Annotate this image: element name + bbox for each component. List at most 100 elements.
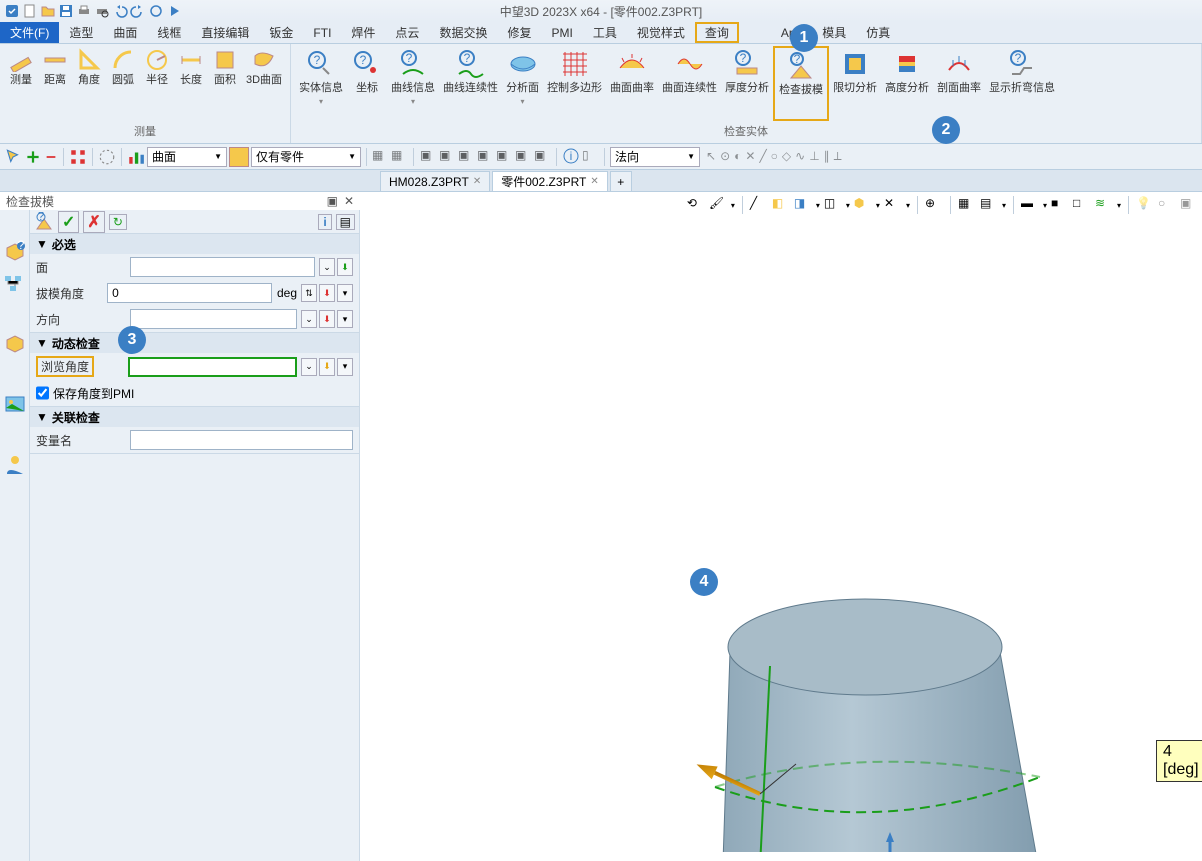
rbtn-height[interactable]: 高度分析 — [881, 46, 933, 121]
angle-input[interactable] — [107, 283, 272, 303]
menu-tools[interactable]: 工具 — [583, 22, 627, 43]
menu-pointcloud[interactable]: 点云 — [385, 22, 429, 43]
tool-icon-j[interactable]: ▯ — [582, 148, 598, 164]
play-icon[interactable] — [166, 3, 182, 19]
snap-icon[interactable]: ⊥ — [809, 149, 819, 164]
menu-query[interactable]: 查询 — [695, 22, 739, 43]
rbtn-measure[interactable]: 测量 — [4, 46, 38, 121]
rbtn-3dsurface[interactable]: 3D曲面 — [242, 46, 286, 121]
strip-box-icon[interactable] — [3, 332, 27, 356]
menu-sheetmetal[interactable]: 钣金 — [259, 22, 303, 43]
print-preview-icon[interactable] — [94, 3, 110, 19]
menu-fti[interactable]: FTI — [303, 22, 341, 43]
save-pmi-checkbox[interactable] — [36, 383, 49, 403]
close-icon[interactable]: ✕ — [590, 176, 598, 187]
menu-shape[interactable]: 造型 — [59, 22, 103, 43]
snap-icon[interactable]: ◇ — [782, 149, 791, 164]
repeat-icon[interactable] — [148, 3, 164, 19]
new-icon[interactable] — [22, 3, 38, 19]
plus-icon[interactable] — [24, 148, 42, 166]
new-tab-button[interactable]: + — [610, 171, 632, 191]
section-header[interactable]: ▼动态检查 — [30, 333, 359, 353]
apply-button[interactable]: ↻ — [109, 214, 127, 230]
ok-button[interactable]: ✓ — [58, 211, 79, 233]
chart-icon[interactable] — [127, 148, 145, 166]
snap-icon[interactable]: ⊙ — [720, 149, 730, 164]
snap-icon[interactable]: ○ — [771, 149, 778, 164]
menu-directedit[interactable]: 直接编辑 — [191, 22, 259, 43]
snap-icon[interactable]: ↖ — [706, 149, 716, 164]
rbtn-seccurv[interactable]: 剖面曲率 — [933, 46, 985, 121]
tool-icon-h[interactable]: ▣ — [515, 148, 531, 164]
snap-icon[interactable]: ∿ — [795, 149, 805, 164]
strip-user-icon[interactable] — [3, 452, 27, 476]
grid-icon[interactable] — [69, 148, 87, 166]
expand-icon[interactable]: ⌄ — [319, 258, 335, 276]
rbtn-curvecont[interactable]: ?曲线连续性 — [439, 46, 502, 121]
rbtn-surfcurv[interactable]: 曲面曲率 — [606, 46, 658, 121]
pick-icon[interactable]: ⬇ — [319, 284, 335, 302]
menu-surface[interactable]: 曲面 — [103, 22, 147, 43]
file-tab[interactable]: HM028.Z3PRT✕ — [380, 171, 490, 191]
strip-tree-icon[interactable] — [3, 272, 27, 296]
pick-icon[interactable]: ⬇ — [319, 310, 335, 328]
menu-file[interactable]: 文件(F) — [0, 22, 59, 43]
info-button[interactable]: i — [318, 214, 331, 230]
rbtn-length[interactable]: 长度 — [174, 46, 208, 121]
menu-repair[interactable]: 修复 — [497, 22, 541, 43]
rbtn-bendinfo[interactable]: ?显示折弯信息 — [985, 46, 1059, 121]
rbtn-ctrlpoly[interactable]: 控制多边形 — [543, 46, 606, 121]
tool-icon-g[interactable]: ▣ — [496, 148, 512, 164]
file-tab-active[interactable]: 零件002.Z3PRT✕ — [492, 171, 608, 191]
cancel-button[interactable]: ✗ — [83, 211, 104, 233]
tool-icon-f[interactable]: ▣ — [477, 148, 493, 164]
menu-sim[interactable]: 仿真 — [856, 22, 900, 43]
tool-icon-a[interactable]: ▦ — [372, 148, 388, 164]
menu-mold[interactable]: 模具 — [812, 22, 856, 43]
rbtn-angle[interactable]: 角度 — [72, 46, 106, 121]
section-header[interactable]: ▼必选 — [30, 234, 359, 254]
cursor-icon[interactable] — [4, 148, 22, 166]
settings-button[interactable]: ▤ — [336, 214, 355, 230]
dock-icon[interactable]: ▣ — [327, 194, 338, 208]
face-input[interactable] — [130, 257, 315, 277]
menu-pmi[interactable]: PMI — [541, 22, 582, 43]
rbtn-coord[interactable]: ?坐标 — [347, 46, 387, 121]
rbtn-entityinfo[interactable]: ?实体信息▾ — [295, 46, 347, 121]
rbtn-undercut[interactable]: 限切分析 — [829, 46, 881, 121]
menu-weld[interactable]: 焊件 — [341, 22, 385, 43]
rbtn-arc[interactable]: 圆弧 — [106, 46, 140, 121]
var-input[interactable] — [130, 430, 353, 450]
save-icon[interactable] — [58, 3, 74, 19]
rbtn-thickness[interactable]: ?厚度分析 — [721, 46, 773, 121]
rbtn-analface[interactable]: 分析面▾ — [502, 46, 543, 121]
filter-combo[interactable]: 曲面▼ — [147, 147, 227, 167]
close-panel-icon[interactable]: ✕ — [344, 194, 354, 208]
tool-icon-c[interactable]: ▣ — [420, 148, 436, 164]
snap-icon[interactable]: ◐ — [734, 149, 741, 164]
snap-icon[interactable]: ╱ — [759, 149, 766, 164]
close-icon[interactable]: ✕ — [473, 176, 481, 187]
tool-icon-d[interactable]: ▣ — [439, 148, 455, 164]
rbtn-curveinfo[interactable]: ?曲线信息▾ — [387, 46, 439, 121]
rbtn-area[interactable]: 面积 — [208, 46, 242, 121]
snap-icon[interactable]: ✕ — [745, 149, 755, 164]
undo-icon[interactable] — [112, 3, 128, 19]
scope-combo[interactable]: 仅有零件▼ — [251, 147, 361, 167]
spline-icon[interactable] — [98, 148, 116, 166]
panel-draft-icon[interactable]: ? — [34, 212, 54, 232]
strip-cube-icon[interactable]: ? — [3, 240, 27, 264]
surface-filter-icon[interactable] — [229, 147, 249, 167]
dir-combo[interactable]: 法向▼ — [610, 147, 700, 167]
more-icon[interactable]: ▾ — [337, 284, 353, 302]
open-icon[interactable] — [40, 3, 56, 19]
more-icon[interactable]: ▾ — [337, 358, 353, 376]
info-icon[interactable]: i — [563, 148, 579, 164]
dir-input[interactable] — [130, 309, 297, 329]
viewport-3d[interactable]: ⟲ 🖌▾ ╱ ◧ ◨▾ ◫▾ ⬢▾ ✕▾ ⊕ ▦ ▤▾ ▬▾ ■ □ ≋▾ 💡 … — [360, 192, 1202, 861]
rbtn-radius[interactable]: 半径 — [140, 46, 174, 121]
menu-exchange[interactable]: 数据交换 — [429, 22, 497, 43]
rbtn-surfcont[interactable]: 曲面连续性 — [658, 46, 721, 121]
tool-icon-b[interactable]: ▦ — [391, 148, 407, 164]
rbtn-distance[interactable]: 距离 — [38, 46, 72, 121]
